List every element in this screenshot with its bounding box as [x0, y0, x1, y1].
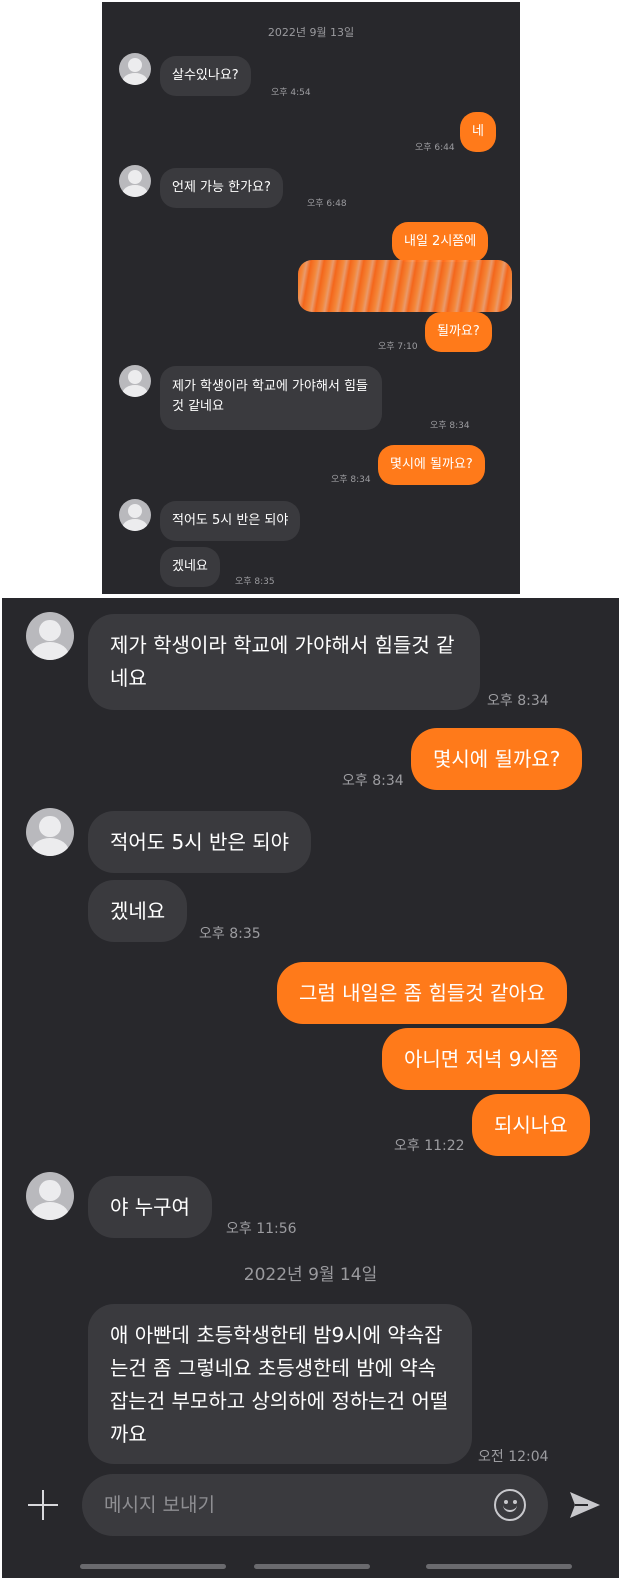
message-bubble-outgoing[interactable]: 몇시에 될까요?	[378, 445, 485, 485]
message-bubble-outgoing[interactable]: 될까요?	[425, 312, 492, 352]
message-time: 오후 8:34	[331, 475, 371, 485]
message-time: 오후 4:54	[271, 88, 311, 98]
message-bubble-incoming[interactable]: 겠네요	[160, 547, 220, 587]
message-bubble-outgoing[interactable]: 되시나요	[472, 1094, 590, 1156]
message-bubble-incoming[interactable]: 제가 학생이라 학교에 가야해서 힘들것 같네요	[160, 366, 382, 430]
nav-bar-indicator	[80, 1564, 226, 1569]
chat-screenshot-bottom: 제가 학생이라 학교에 가야해서 힘들것 같네요 오후 8:34 오후 8:34…	[2, 598, 619, 1578]
message-time: 오후 8:34	[342, 773, 404, 789]
message-bubble-outgoing[interactable]: 네	[460, 112, 496, 152]
message-time: 오전 12:04	[478, 1449, 549, 1465]
message-bubble-incoming[interactable]: 제가 학생이라 학교에 가야해서 힘들것 같네요	[88, 614, 480, 710]
message-input-placeholder: 메시지 보내기	[104, 1494, 215, 1516]
nav-bar-indicator	[254, 1564, 370, 1569]
message-time: 오후 6:48	[307, 199, 347, 209]
message-time: 오후 11:22	[394, 1138, 465, 1154]
plus-icon[interactable]	[28, 1490, 58, 1520]
emoji-icon[interactable]	[494, 1489, 526, 1521]
message-time: 오후 7:10	[378, 342, 418, 352]
date-divider: 2022년 9월 13일	[267, 26, 355, 39]
avatar-icon[interactable]	[119, 165, 151, 197]
message-bubble-incoming[interactable]: 야 누구여	[88, 1176, 212, 1238]
message-bubble-incoming[interactable]: 애 아빤데 초등학생한테 밤9시에 약속잡는건 좀 그렇네요 초등생한테 밤에 …	[88, 1304, 472, 1464]
redacted-message	[298, 260, 512, 312]
message-time: 오후 8:34	[487, 693, 549, 709]
message-time: 오후 8:34	[430, 421, 470, 431]
message-bubble-outgoing[interactable]: 아니면 저녁 9시쯤	[382, 1028, 581, 1090]
avatar-icon[interactable]	[119, 53, 151, 85]
message-bubble-outgoing[interactable]: 내일 2시쯤에	[392, 222, 489, 262]
message-bubble-incoming[interactable]: 겠네요	[88, 880, 188, 942]
avatar-icon[interactable]	[26, 612, 74, 660]
chat-screenshot-top: 2022년 9월 13일 살수있나요? 오후 4:54 오후 6:44 네 언제…	[102, 2, 520, 594]
message-time: 오후 8:35	[199, 926, 261, 942]
nav-bar-indicator	[426, 1564, 572, 1569]
message-bubble-outgoing[interactable]: 그럼 내일은 좀 힘들것 같아요	[277, 962, 568, 1024]
avatar-icon[interactable]	[26, 808, 74, 856]
message-time: 오후 11:56	[226, 1221, 297, 1237]
message-bubble-incoming[interactable]: 살수있나요?	[160, 56, 251, 96]
message-time: 오후 8:35	[235, 577, 275, 587]
message-input[interactable]: 메시지 보내기	[82, 1474, 548, 1536]
avatar-icon[interactable]	[119, 499, 151, 531]
message-time: 오후 6:44	[415, 143, 455, 153]
message-bubble-incoming[interactable]: 적어도 5시 반은 되야	[160, 501, 301, 541]
avatar-icon[interactable]	[26, 1172, 74, 1220]
date-divider: 2022년 9월 14일	[243, 1265, 378, 1285]
message-bubble-incoming[interactable]: 언제 가능 한가요?	[160, 168, 283, 208]
avatar-icon[interactable]	[119, 365, 151, 397]
message-bubble-outgoing[interactable]: 몇시에 될까요?	[411, 728, 583, 790]
send-icon[interactable]	[568, 1490, 602, 1520]
message-bubble-incoming[interactable]: 적어도 5시 반은 되야	[88, 811, 311, 873]
